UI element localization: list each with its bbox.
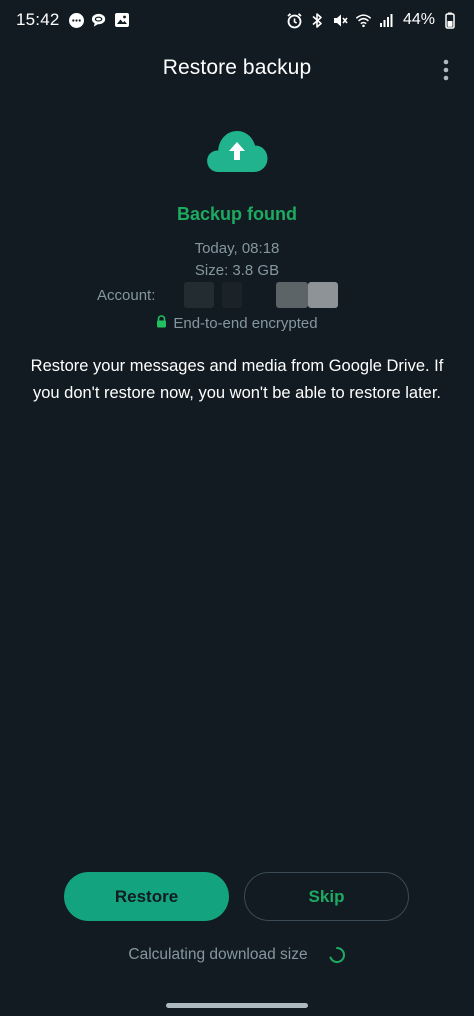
battery-icon <box>441 12 458 29</box>
account-label: Account: <box>97 286 156 304</box>
download-size-status: Calculating download size <box>0 946 474 964</box>
restore-backup-screen: 15:42 44% Restore backup Backup found To… <box>0 0 474 1016</box>
battery-level: 44% <box>402 11 435 28</box>
backup-found-heading: Backup found <box>177 204 297 224</box>
account-row: Account: <box>97 283 155 307</box>
alarm-icon <box>286 12 303 29</box>
cloud-upload-icon <box>205 128 269 174</box>
loading-spinner-icon <box>328 946 346 964</box>
home-indicator[interactable] <box>166 1003 308 1008</box>
more-options-button[interactable] <box>432 56 460 84</box>
page-title: Restore backup <box>162 56 312 79</box>
status-time: 15:42 <box>16 10 60 29</box>
messages-icon <box>91 12 108 29</box>
encryption-row: End-to-end encrypted <box>0 315 474 332</box>
calculating-text: Calculating download size <box>128 946 308 963</box>
wifi-icon <box>355 12 372 29</box>
account-redacted-block-3 <box>276 282 308 308</box>
mute-icon <box>332 12 349 29</box>
restore-button[interactable]: Restore <box>64 872 229 921</box>
chat-bubble-icon <box>68 12 85 29</box>
account-redacted-block-1 <box>184 282 214 308</box>
account-redacted-block-2 <box>222 282 242 308</box>
encryption-text: End-to-end encrypted <box>173 315 318 332</box>
account-redacted-block-4 <box>308 282 338 308</box>
skip-button[interactable]: Skip <box>244 872 409 921</box>
backup-date: Today, 08:18 <box>194 240 280 257</box>
backup-size: Size: 3.8 GB <box>194 262 280 279</box>
status-bar: 15:42 44% <box>0 0 474 40</box>
lock-icon <box>156 315 167 332</box>
status-bar-right: 44% <box>286 11 458 29</box>
app-bar: Restore backup <box>0 48 474 90</box>
bluetooth-icon <box>309 12 326 29</box>
more-vert-icon <box>443 59 449 81</box>
signal-icon <box>378 12 395 29</box>
status-bar-left: 15:42 <box>16 10 131 30</box>
restore-description: Restore your messages and media from Goo… <box>30 357 444 402</box>
skip-button-label: Skip <box>308 886 345 906</box>
gallery-icon <box>114 12 131 29</box>
restore-button-label: Restore <box>114 886 179 906</box>
